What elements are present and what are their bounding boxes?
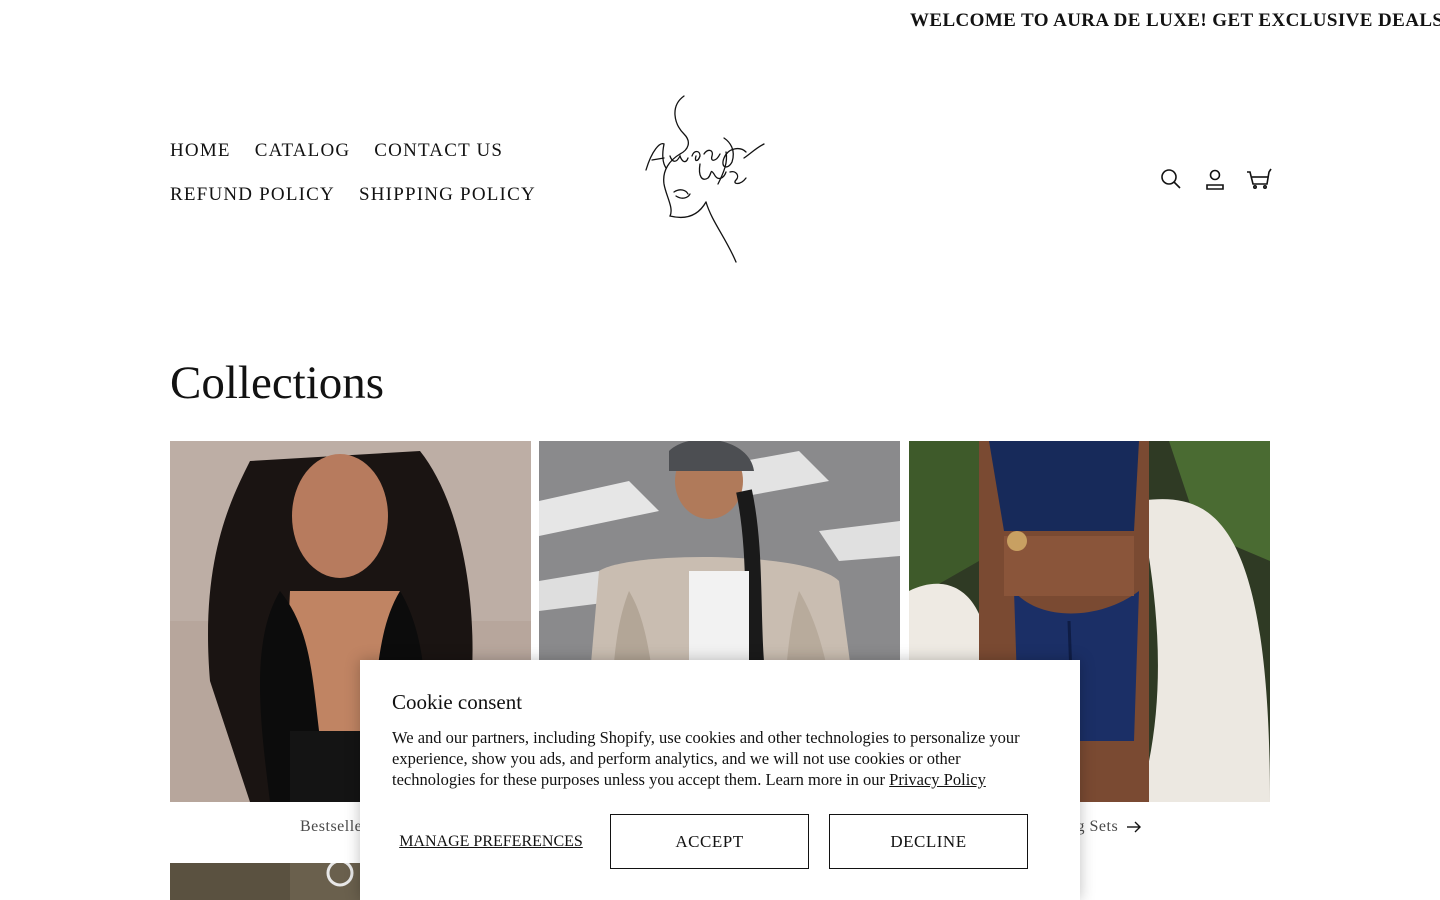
cookie-description: We and our partners, including Shopify, … [392, 727, 1042, 790]
arrow-right-icon [1127, 821, 1142, 833]
nav-row: HOME CATALOG CONTACT US [170, 140, 610, 162]
collection-card[interactable] [170, 863, 360, 900]
nav-link-home[interactable]: HOME [170, 140, 231, 162]
nav-link-catalog[interactable]: CATALOG [255, 140, 351, 162]
accept-button[interactable]: ACCEPT [610, 814, 809, 869]
announcement-text: WELCOME TO AURA DE LUXE! GET EXCLUSIVE D… [910, 10, 1440, 31]
privacy-policy-link[interactable]: Privacy Policy [889, 770, 986, 789]
cookie-title: Cookie consent [392, 690, 523, 714]
cookie-actions: MANAGE PREFERENCES ACCEPT DECLINE [392, 814, 1028, 869]
search-icon[interactable] [1158, 166, 1184, 192]
cookie-consent-dialog: Cookie consent We and our partners, incl… [360, 660, 1080, 900]
nav-link-contact-us[interactable]: CONTACT US [374, 140, 503, 162]
announcement-bar: WELCOME TO AURA DE LUXE! GET EXCLUSIVE D… [0, 0, 1440, 42]
account-icon[interactable] [1202, 166, 1228, 192]
nav-link-refund-policy[interactable]: REFUND POLICY [170, 184, 335, 206]
page-title: Collections [170, 357, 385, 409]
decline-button[interactable]: DECLINE [829, 814, 1028, 869]
collection-caption[interactable]: Bestselle [300, 818, 362, 836]
main-navigation: HOME CATALOG CONTACT US REFUND POLICY SH… [170, 140, 610, 228]
nav-link-shipping-policy[interactable]: SHIPPING POLICY [359, 184, 536, 206]
cart-icon[interactable] [1246, 166, 1272, 192]
collection-caption-text: Bestselle [300, 818, 363, 835]
store-logo[interactable] [640, 92, 770, 267]
manage-preferences-button[interactable]: MANAGE PREFERENCES [392, 832, 590, 851]
header-icons [1158, 166, 1272, 192]
nav-row: REFUND POLICY SHIPPING POLICY [170, 184, 610, 206]
collection-image [170, 863, 360, 900]
